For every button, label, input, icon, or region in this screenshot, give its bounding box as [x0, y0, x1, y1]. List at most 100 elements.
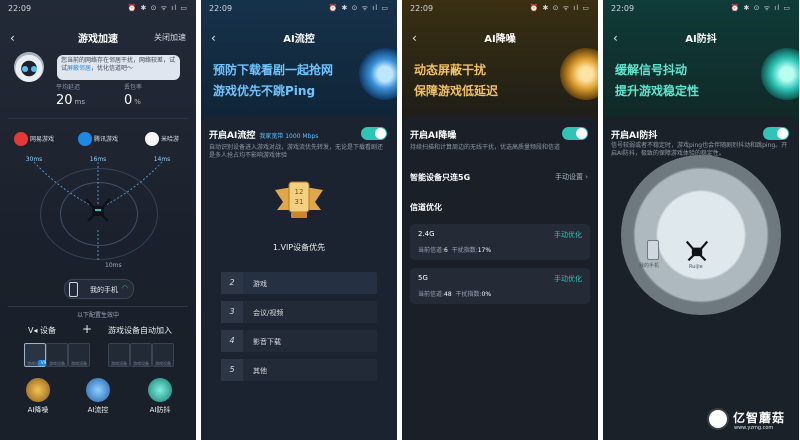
priority-label: 影音下载 — [253, 338, 281, 346]
feature-ai-anti-jitter[interactable]: AI防抖 — [140, 378, 180, 415]
robot-eye-icon — [22, 66, 28, 72]
hero-line: 预防下载看剧一起抢网 — [213, 63, 334, 77]
manual-optimize-button[interactable]: 手动优化 — [554, 274, 582, 284]
vip-device-slot[interactable]: 游戏设备 — [46, 343, 68, 367]
status-icons: ⏰ ✱ ⊙ ᯤ ıl ▭ — [127, 4, 188, 12]
status-icons: ⏰ ✱ ⊙ ᯤ ıl ▭ — [328, 4, 389, 12]
ai-flow-control-toggle[interactable] — [361, 127, 387, 140]
ai-noise-reduction-screen: 22:09 ⏰ ✱ ⊙ ᯤ ıl ▭ ‹ AI降噪 动态屏蔽干扰 保障游戏低延迟… — [402, 0, 598, 440]
vip-priority-title: 1.VIP设备优先 — [272, 243, 326, 252]
anti-jitter-hero-icon — [761, 48, 799, 100]
ai-anti-jitter-screen: 22:09 ⏰ ✱ ⊙ ᯤ ıl ▭ ‹ AI防抖 缓解信号抖动 提升游戏稳定性… — [603, 0, 799, 440]
stat-label: 平均延迟 — [56, 84, 81, 91]
block-neighbors-link[interactable]: 屏蔽邻居 — [67, 65, 91, 72]
game-device-auto-label: 游戏设备自动加入 — [108, 326, 172, 335]
game-name: 腾讯游戏 — [93, 136, 118, 143]
game-device-slot[interactable]: 游戏设备 — [130, 343, 152, 367]
noise-reduction-hero-icon — [560, 48, 598, 100]
active-config-label: 以下配置生效中 — [8, 306, 188, 322]
feature-label: AI防抖 — [149, 406, 171, 414]
vip-device-label[interactable]: V◂ 设备 — [28, 325, 56, 336]
slot-caption: 游戏设备 — [155, 361, 171, 366]
stat-value: 20 ms — [56, 93, 86, 108]
feature-ai-noise-reduction[interactable]: AI降噪 — [18, 378, 58, 415]
router-icon — [685, 240, 709, 262]
manual-optimize-button[interactable]: 手动优化 — [554, 230, 582, 240]
page-title: AI防抖 — [685, 34, 717, 45]
router-latency: 10ms — [105, 262, 122, 269]
svg-text:31: 31 — [295, 198, 304, 206]
priority-row: 3 会议/视频 — [221, 301, 377, 323]
ai-flow-icon — [86, 378, 110, 402]
phone-icon — [69, 282, 78, 297]
router-label: Ruijie — [689, 264, 703, 270]
close-acceleration-button[interactable]: 关闭加速 — [154, 32, 186, 43]
channel-optimization-title: 信道优化 — [410, 203, 442, 212]
channel-info: 当前信道:48 干扰指数:0% — [418, 291, 492, 298]
svg-text:12: 12 — [295, 188, 304, 196]
feature-ai-flow-control[interactable]: AI流控 — [78, 378, 118, 415]
status-bar: 22:09 ⏰ ✱ ⊙ ᯤ ıl ▭ — [611, 4, 791, 16]
ai-noise-reduction-toggle[interactable] — [562, 127, 588, 140]
stat-label: 丢包率 — [124, 84, 143, 91]
feature-description: 自动识别设备进入游戏对战，游戏流优先转发，无论是下载看剧还是多人抢占均不影响游戏… — [209, 144, 384, 159]
toggle-knob — [576, 128, 587, 139]
watermark-url: www.yzmg.com — [734, 425, 774, 431]
slot-caption: 游戏设备 — [133, 361, 149, 366]
my-phone-device[interactable]: 我的手机 ◠ — [64, 279, 134, 299]
flow-control-hero-icon — [359, 48, 397, 100]
watermark-name: 亿智蘑菇 — [733, 411, 786, 425]
vip-wings-badge-icon: 12 31 — [275, 181, 323, 218]
hero-line: 游戏优先不跳Ping — [213, 84, 316, 98]
status-time: 22:09 — [410, 4, 434, 13]
status-time: 22:09 — [611, 4, 635, 13]
signal-radar — [621, 155, 781, 315]
watermark: 亿智蘑菇 www.yzmg.com — [707, 406, 793, 434]
feature-label: AI降噪 — [27, 406, 49, 414]
priority-number: 4 — [221, 330, 243, 352]
game-device-slot[interactable]: 游戏设备 — [108, 343, 130, 367]
ai-flow-control-screen: 22:09 ⏰ ✱ ⊙ ᯤ ıl ▭ ‹ AI流控 预防下载看剧一起抢网 游戏优… — [201, 0, 397, 440]
ai-noise-icon — [26, 378, 50, 402]
vip-device-slot[interactable]: 游戏设备 — [68, 343, 90, 367]
packet-loss-stat: 丢包率 0% — [124, 82, 194, 108]
vip-icon: V◂ — [28, 326, 38, 335]
manual-setting-link[interactable]: 手动设置 › — [555, 172, 588, 182]
ai-jitter-icon — [148, 378, 172, 402]
device-label-text: 设备 — [40, 326, 57, 335]
switch-row: 开启AI流控 我家宽带 1000 Mbps — [209, 128, 318, 141]
band-label: 2.4G — [418, 230, 435, 238]
game-name: 米哈游 — [160, 136, 179, 143]
plus-icon: + — [82, 322, 93, 336]
switch-label: 开启AI流控 — [209, 131, 256, 141]
settings-card: 开启AI降噪 持续扫描和计算周边的无线干扰，优选高质量频段和信道 智能设备只连5… — [402, 116, 598, 440]
status-icons: ⏰ ✱ ⊙ ᯤ ıl ▭ — [529, 4, 590, 12]
priority-row: 4 影音下载 — [221, 330, 377, 352]
priority-number: 3 — [221, 301, 243, 323]
hero-line: 动态屏蔽干扰 — [414, 63, 487, 77]
page-title: AI降噪 — [484, 34, 516, 45]
tencent-icon — [77, 131, 92, 146]
channel-card-5g: 5G 手动优化 当前信道:48 干扰指数:0% — [410, 268, 590, 304]
mihoyo-icon — [144, 131, 159, 146]
status-time: 22:09 — [209, 4, 233, 13]
game-device-slot[interactable]: 游戏设备 — [152, 343, 174, 367]
row-label: 智能设备只连5G — [410, 173, 471, 182]
smart-5g-row[interactable]: 智能设备只连5G 手动设置 › — [410, 172, 588, 183]
status-bar: 22:09 ⏰ ✱ ⊙ ᯤ ıl ▭ — [410, 4, 590, 16]
priority-label: 游戏 — [253, 280, 267, 288]
ai-anti-jitter-toggle[interactable] — [763, 127, 789, 140]
game-acceleration-screen: 22:09 ⏰ ✱ ⊙ ᯤ ıl ▭ ‹ 游戏加速 关闭加速 您当前的网络存在邻… — [0, 0, 196, 440]
hero-line: 提升游戏稳定性 — [615, 84, 700, 98]
avg-latency-stat: 平均延迟 20 ms — [56, 82, 126, 108]
band-label: 5G — [418, 274, 428, 282]
priority-label: 会议/视频 — [253, 309, 284, 317]
priority-row: 2 游戏 — [221, 272, 377, 294]
hero-slogan: 预防下载看剧一起抢网 游戏优先不跳Ping — [213, 60, 333, 102]
hero-slogan: 缓解信号抖动 提升游戏稳定性 — [615, 60, 699, 102]
channel-info: 当前信道:6 干扰指数:17% — [418, 247, 492, 254]
interference-tip-bubble: 您当前的网络存在邻居干扰，网络较差，试试屏蔽邻居，优化信道吧～ — [57, 55, 180, 80]
hero-line: 缓解信号抖动 — [615, 63, 688, 77]
bandwidth-link[interactable]: 我家宽带 1000 Mbps — [259, 133, 318, 140]
hero-slogan: 动态屏蔽干扰 保障游戏低延迟 — [414, 60, 498, 102]
